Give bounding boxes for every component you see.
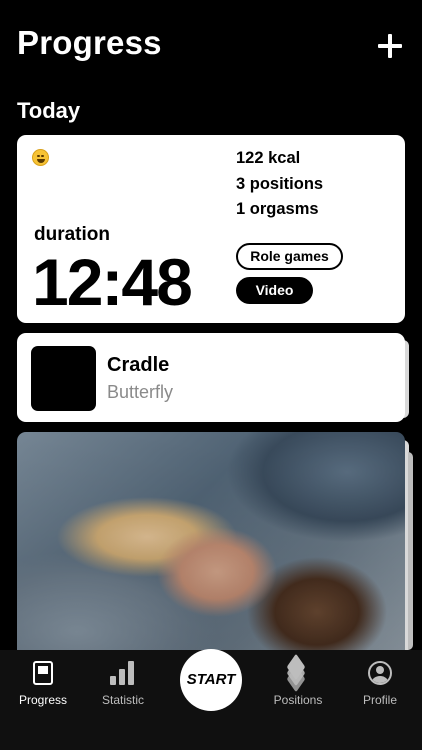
- tab-statistic[interactable]: Statistic: [81, 650, 165, 710]
- card-stack-edge: [408, 452, 413, 650]
- progress-icon: [33, 661, 53, 685]
- photo-card[interactable]: [17, 432, 405, 662]
- tab-label-statistic: Statistic: [101, 693, 144, 707]
- position-title: Cradle: [107, 354, 170, 376]
- position-card[interactable]: Cradle Butterfly: [17, 333, 405, 422]
- tag-role-games[interactable]: Role games: [236, 243, 343, 270]
- position-subtitle: Butterfly: [107, 382, 174, 402]
- section-title-today: Today: [17, 98, 81, 123]
- couple-photo: [17, 432, 405, 662]
- statistic-icon: [110, 661, 136, 685]
- duration-label: duration: [34, 224, 110, 245]
- start-button[interactable]: START: [180, 649, 242, 711]
- tab-positions[interactable]: Positions: [256, 650, 340, 710]
- orgasms-stat: 1 orgasms: [236, 200, 319, 218]
- grin-emoji-icon: [32, 149, 49, 166]
- tag-video[interactable]: Video: [236, 277, 313, 304]
- tab-profile[interactable]: Profile: [338, 650, 422, 710]
- kcal-stat: 122 kcal: [236, 149, 301, 167]
- tab-progress[interactable]: Progress: [1, 650, 85, 710]
- tab-label-progress: Progress: [18, 693, 68, 707]
- tab-label-profile: Profile: [362, 693, 397, 707]
- page-title: Progress: [17, 24, 162, 61]
- summary-stats: 122 kcal 3 positions 1 orgasms: [236, 148, 323, 225]
- position-thumbnail: [31, 346, 96, 411]
- tab-label-positions: Positions: [273, 693, 323, 707]
- positions-stat: 3 positions: [236, 174, 324, 193]
- profile-icon: [368, 661, 392, 685]
- add-icon[interactable]: [378, 34, 402, 58]
- positions-icon: [285, 653, 311, 693]
- today-summary-card: 122 kcal 3 positions 1 orgasms duration …: [17, 135, 405, 323]
- duration-value: 12:48: [32, 245, 193, 319]
